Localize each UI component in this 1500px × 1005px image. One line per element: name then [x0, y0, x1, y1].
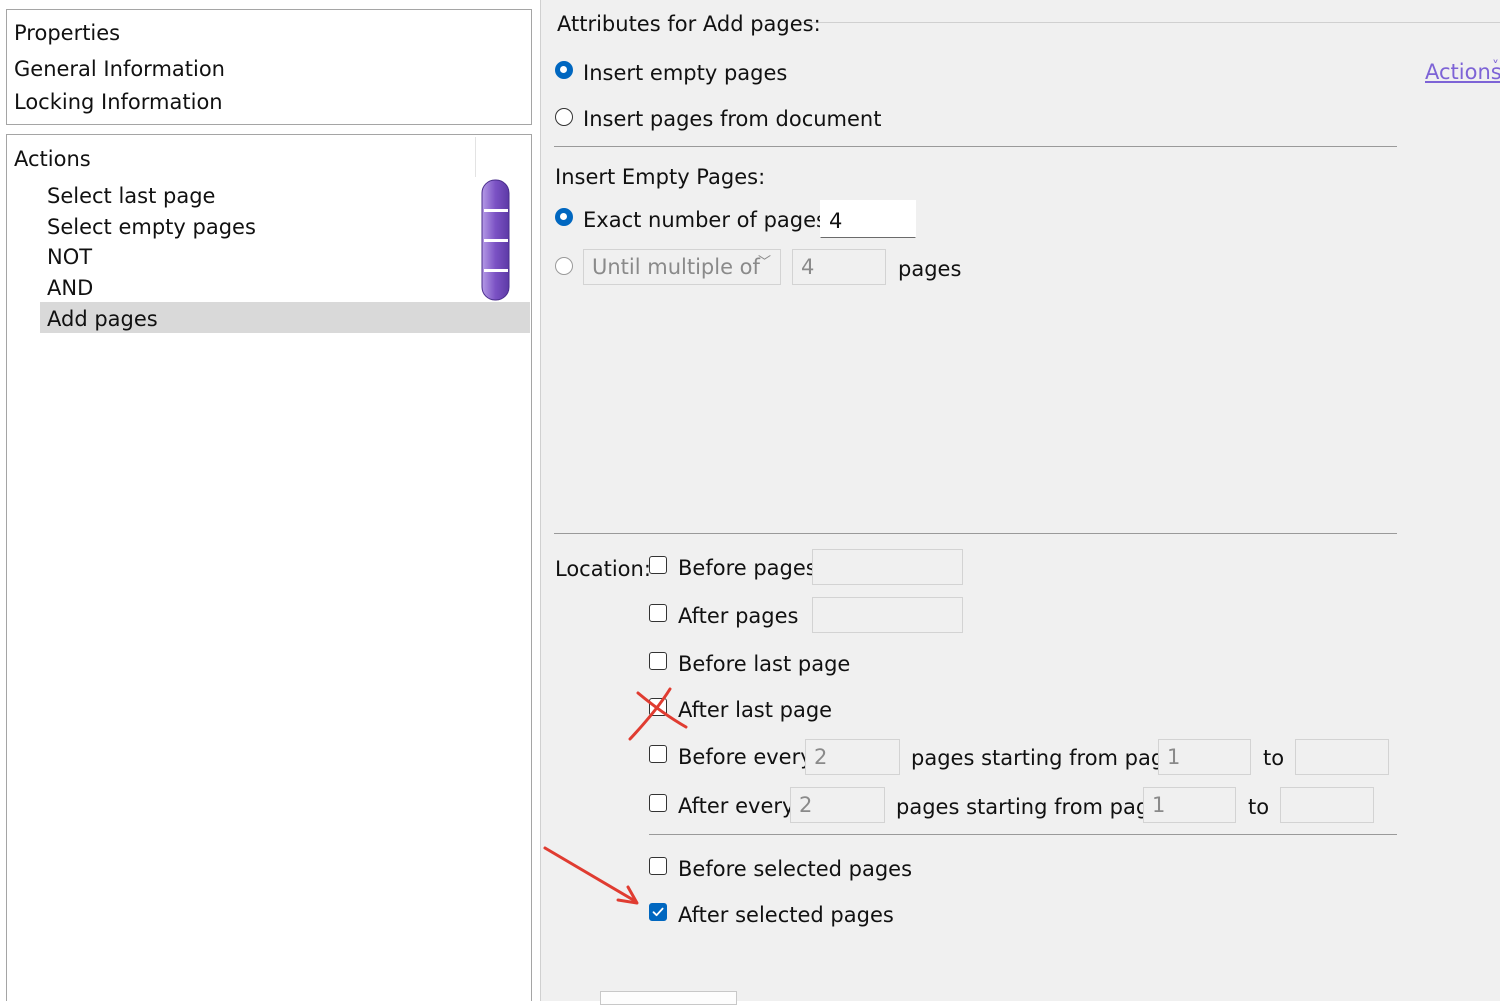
after-pages-input[interactable]: [812, 597, 963, 633]
before-last-page-checkbox[interactable]: [649, 652, 667, 670]
until-multiple-dropdown[interactable]: Until multiple of: [583, 249, 781, 285]
actions-link-chevron-icon[interactable]: ˅: [1492, 60, 1499, 74]
group-bracket-icon: [481, 179, 510, 301]
after-selected-pages-checkbox[interactable]: [649, 903, 667, 921]
insert-from-document-label[interactable]: Insert pages from document: [583, 109, 881, 130]
chevron-down-icon: ﹀: [758, 255, 772, 270]
insert-empty-pages-section-title: Insert Empty Pages:: [555, 165, 766, 189]
before-every-mid-label: pages starting from page: [911, 746, 1178, 770]
before-every-end-input[interactable]: [1295, 739, 1389, 775]
after-pages-checkbox[interactable]: [649, 604, 667, 622]
before-pages-input[interactable]: [812, 549, 963, 585]
section-divider-3: [649, 834, 1397, 835]
before-every-label[interactable]: Before every: [678, 747, 813, 768]
section-divider-1: [554, 146, 1397, 147]
section-divider-2: [554, 533, 1397, 534]
before-selected-pages-checkbox[interactable]: [649, 857, 667, 875]
action-item-not[interactable]: NOT: [47, 247, 92, 268]
exact-number-label[interactable]: Exact number of pages:: [583, 210, 834, 231]
before-every-count-input[interactable]: 2: [805, 739, 900, 775]
before-every-checkbox[interactable]: [649, 745, 667, 763]
column-divider: [475, 137, 476, 177]
action-item-select-empty-pages[interactable]: Select empty pages: [47, 217, 256, 238]
insert-from-document-radio[interactable]: [555, 108, 573, 126]
after-every-to-label: to: [1248, 795, 1270, 819]
action-item-and[interactable]: AND: [47, 278, 93, 299]
action-item-add-pages[interactable]: Add pages: [40, 302, 530, 333]
insert-empty-pages-label[interactable]: Insert empty pages: [583, 63, 787, 84]
before-pages-label[interactable]: Before pages: [678, 558, 817, 579]
before-selected-pages-label[interactable]: Before selected pages: [678, 859, 912, 880]
red-cross-annotation-icon: [628, 687, 688, 741]
attributes-panel: [540, 0, 1500, 1001]
action-item-select-last-page[interactable]: Select last page: [47, 186, 215, 207]
actions-link[interactable]: Actions: [1425, 62, 1500, 83]
until-multiple-input[interactable]: 4: [792, 249, 886, 285]
before-last-page-label[interactable]: Before last page: [678, 654, 850, 675]
header-divider: [798, 22, 1500, 23]
properties-item[interactable]: Properties: [14, 23, 120, 44]
after-last-page-label[interactable]: After last page: [678, 700, 832, 721]
red-arrow-annotation-icon: [543, 846, 639, 905]
attributes-header: Attributes for Add pages:: [557, 12, 821, 36]
before-every-start-input[interactable]: 1: [1158, 739, 1251, 775]
actions-panel: Actions Select last page Select empty pa…: [6, 134, 532, 1001]
exact-number-input[interactable]: 4: [820, 200, 916, 238]
after-every-count-input[interactable]: 2: [790, 787, 885, 823]
until-multiple-radio[interactable]: [555, 257, 573, 275]
location-label: Location:: [555, 557, 651, 581]
before-every-to-label: to: [1263, 746, 1285, 770]
exact-number-radio[interactable]: [555, 208, 573, 226]
actions-panel-title: Actions: [14, 147, 91, 171]
general-information-item[interactable]: General Information: [14, 59, 225, 80]
action-item-add-pages-label: Add pages: [47, 307, 158, 331]
after-pages-label[interactable]: After pages: [678, 606, 799, 627]
insert-empty-pages-radio[interactable]: [555, 61, 573, 79]
before-pages-checkbox[interactable]: [649, 556, 667, 574]
checkmark-icon: [652, 907, 664, 917]
after-every-checkbox[interactable]: [649, 794, 667, 812]
locking-information-item[interactable]: Locking Information: [14, 92, 223, 113]
after-selected-pages-label[interactable]: After selected pages: [678, 905, 894, 926]
bottom-button[interactable]: [600, 991, 737, 1005]
after-every-start-input[interactable]: 1: [1143, 787, 1236, 823]
after-every-end-input[interactable]: [1280, 787, 1374, 823]
properties-panel: Properties General Information Locking I…: [6, 9, 532, 125]
after-every-mid-label: pages starting from page: [896, 795, 1163, 819]
pages-suffix-label: pages: [898, 257, 962, 281]
until-multiple-dropdown-label: Until multiple of: [592, 255, 760, 279]
after-every-label[interactable]: After every: [678, 796, 794, 817]
